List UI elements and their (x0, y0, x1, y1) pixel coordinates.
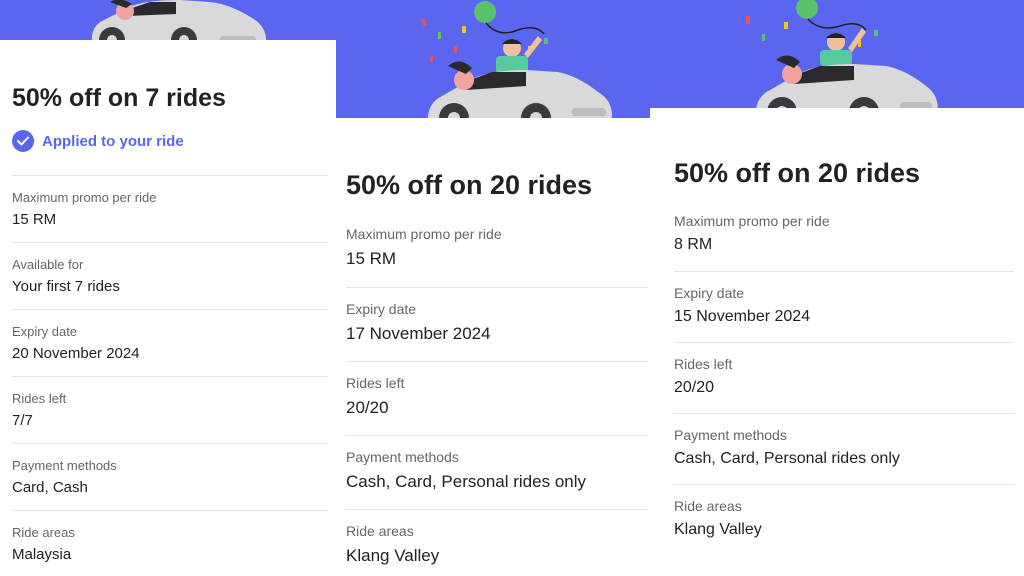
detail-row: Ride areas Klang Valley (346, 509, 648, 576)
promo-card-1[interactable]: 50% off on 7 rides Applied to your ride … (0, 40, 336, 576)
detail-label: Expiry date (674, 285, 745, 301)
detail-value: 7/7 (12, 412, 33, 429)
check-circle-icon (12, 130, 34, 152)
detail-row: Payment methods Cash, Card, Personal rid… (346, 435, 648, 509)
detail-label: Payment methods (12, 458, 117, 473)
detail-label: Available for (12, 257, 84, 272)
promo-title: 50% off on 20 rides (346, 170, 593, 200)
detail-row: Maximum promo per ride 8 RM (674, 200, 1014, 271)
detail-label: Maximum promo per ride (346, 226, 502, 242)
detail-row: Available for Your first 7 rides (12, 242, 328, 309)
promo-details: Maximum promo per ride 8 RM Expiry date … (674, 200, 1014, 555)
detail-value: Malaysia (12, 546, 72, 563)
promo-details: Maximum promo per ride 15 RM Available f… (12, 175, 328, 576)
detail-row: Rides left 20/20 (346, 361, 648, 435)
detail-row: Rides left 20/20 (674, 342, 1014, 413)
detail-value: 20 November 2024 (12, 345, 140, 362)
detail-label: Rides left (674, 356, 733, 372)
detail-value: 8 RM (674, 236, 713, 253)
detail-value: Cash, Card, Personal rides only (674, 450, 900, 467)
detail-value: 20/20 (346, 398, 389, 417)
detail-row: Expiry date 17 November 2024 (346, 287, 648, 361)
detail-value: 15 RM (346, 249, 397, 268)
detail-row: Maximum promo per ride 15 RM (346, 213, 648, 287)
detail-label: Maximum promo per ride (12, 190, 157, 205)
detail-row: Payment methods Card, Cash (12, 443, 328, 510)
detail-label: Ride areas (12, 525, 75, 540)
promo-details: Maximum promo per ride 15 RM Expiry date… (346, 213, 648, 576)
promo-card-2[interactable]: 50% off on 20 rides Maximum promo per ri… (336, 118, 650, 576)
detail-value: 20/20 (674, 379, 715, 396)
detail-value: Cash, Card, Personal rides only (346, 472, 587, 491)
detail-label: Payment methods (674, 427, 787, 443)
detail-value: 15 RM (12, 211, 57, 228)
detail-label: Ride areas (346, 523, 414, 539)
detail-value: Card, Cash (12, 479, 88, 496)
detail-value: Your first 7 rides (12, 278, 120, 295)
applied-status-label: Applied to your ride (42, 132, 184, 150)
detail-label: Expiry date (346, 301, 417, 317)
detail-value: 15 November 2024 (674, 308, 811, 325)
detail-label: Payment methods (346, 449, 459, 465)
detail-value: 17 November 2024 (346, 324, 491, 343)
detail-row: Ride areas Klang Valley (674, 484, 1014, 555)
detail-row: Maximum promo per ride 15 RM (12, 175, 328, 242)
detail-label: Expiry date (12, 324, 78, 339)
applied-status: Applied to your ride (12, 130, 184, 152)
promo-title: 50% off on 20 rides (674, 158, 921, 188)
detail-row: Rides left 7/7 (12, 376, 328, 443)
detail-value: Klang Valley (346, 546, 440, 565)
promo-card-3[interactable]: 50% off on 20 rides Maximum promo per ri… (650, 108, 1024, 576)
detail-row: Ride areas Malaysia (12, 510, 328, 576)
detail-label: Rides left (12, 391, 67, 406)
detail-value: Klang Valley (674, 521, 762, 538)
promo-title: 50% off on 7 rides (12, 84, 226, 112)
detail-row: Expiry date 20 November 2024 (12, 309, 328, 376)
detail-label: Maximum promo per ride (674, 213, 830, 229)
detail-label: Rides left (346, 375, 405, 391)
detail-label: Ride areas (674, 498, 742, 514)
detail-row: Expiry date 15 November 2024 (674, 271, 1014, 342)
detail-row: Payment methods Cash, Card, Personal rid… (674, 413, 1014, 484)
